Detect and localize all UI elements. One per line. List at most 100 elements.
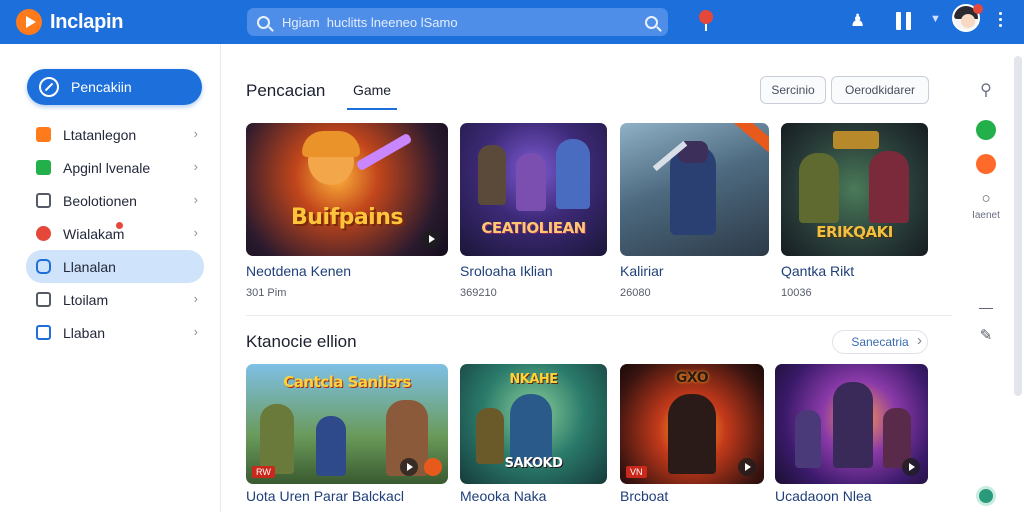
- game-card[interactable]: Buifpains Neotdena Kenen 301 Pim: [246, 123, 448, 299]
- avatar-badge: [973, 4, 983, 14]
- game-thumbnail[interactable]: Cantcla Sanilsrs RW: [246, 364, 448, 484]
- filter-button[interactable]: Sercinio: [760, 76, 826, 104]
- sidebar-item-apginl[interactable]: Apginl lvenale ›: [26, 151, 204, 184]
- chevron-right-icon: ›: [193, 192, 198, 207]
- art-title: CEATIOLIEAN: [481, 219, 586, 237]
- see-all-button[interactable]: Sanecatria: [832, 330, 928, 354]
- globe-icon[interactable]: ○: [960, 190, 1012, 207]
- main-content: Pencacian Game Sercinio Oerodkidarer Bui…: [222, 44, 960, 512]
- search-icon: [257, 15, 270, 29]
- chat-bubble-icon: [36, 193, 51, 208]
- game-thumbnail[interactable]: Buifpains: [246, 123, 448, 256]
- play-chip-icon[interactable]: [738, 458, 756, 476]
- chat-icon: [36, 259, 51, 274]
- sidebar-item-label: Llaban: [63, 324, 106, 341]
- game-thumbnail[interactable]: GXO VN: [620, 364, 764, 484]
- notification-dot: [116, 222, 123, 229]
- section-title: Ktanocie ellion: [246, 332, 357, 351]
- sidebar: Pencakiin Ltatanlegon › Apginl lvenale ›…: [0, 44, 221, 512]
- tab-game[interactable]: Game: [347, 82, 397, 110]
- scrollbar[interactable]: [1014, 56, 1022, 396]
- rail-label: Iaenet: [972, 210, 1000, 221]
- filter-button[interactable]: Oerodkidarer: [831, 76, 929, 104]
- sidebar-item-llaban[interactable]: Llaban ›: [26, 316, 204, 349]
- pen-icon: [39, 77, 59, 97]
- game-thumbnail[interactable]: [775, 364, 928, 484]
- play-chip-icon[interactable]: [902, 458, 920, 476]
- art-title: Cantcla Sanilsrs: [283, 373, 411, 391]
- game-card[interactable]: CEATIOLIEAN Sroloaha Iklian 369210: [460, 123, 607, 299]
- game-card[interactable]: ERIKQAKI Qantka Rikt 10036: [781, 123, 928, 299]
- game-name[interactable]: Neotdena Kenen: [246, 263, 351, 279]
- art-title: ERIKQAKI: [816, 223, 893, 241]
- chat-fab-icon[interactable]: [960, 486, 1012, 511]
- sidebar-item-label: Ltoilam: [63, 291, 109, 308]
- game-card[interactable]: Ucadaoon Nlea: [775, 364, 928, 504]
- chevron-right-icon[interactable]: ›: [917, 332, 922, 349]
- play-logo-icon: [16, 9, 42, 35]
- tag-badge: RW: [252, 466, 275, 478]
- play-chip-icon[interactable]: [400, 458, 418, 476]
- game-name[interactable]: Ucadaoon Nlea: [775, 488, 872, 504]
- game-card[interactable]: Cantcla Sanilsrs RW Uota Uren Parar Balc…: [246, 364, 448, 504]
- sidebar-item-ltatanlegon[interactable]: Ltatanlegon ›: [26, 118, 204, 151]
- game-meta: 26080: [620, 287, 651, 299]
- sidebar-item-label: Apginl lvenale: [63, 159, 151, 176]
- game-thumbnail[interactable]: ERIKQAKI: [781, 123, 928, 256]
- primary-action-label: Pencakiin: [71, 79, 132, 95]
- sidebar-item-ltoilam[interactable]: Ltoilam ›: [26, 283, 204, 316]
- game-name[interactable]: Kaliriar: [620, 263, 664, 279]
- orange-tag-icon: [36, 127, 51, 142]
- sidebar-item-label: Ltatanlegon: [63, 126, 137, 143]
- sidebar-item-label: Llanalan: [63, 258, 116, 275]
- game-thumbnail[interactable]: CEATIOLIEAN: [460, 123, 607, 256]
- search-bar[interactable]: [247, 8, 668, 36]
- game-thumbnail[interactable]: [620, 123, 769, 256]
- window-icon: [36, 325, 51, 340]
- art-title: Buifpains: [291, 205, 403, 230]
- sidebar-item-llanalan[interactable]: Llanalan: [26, 250, 204, 283]
- sidebar-item-beolotionen[interactable]: Beolotionen ›: [26, 184, 204, 217]
- game-name[interactable]: Uota Uren Parar Balckacl: [246, 488, 404, 504]
- share-icon[interactable]: [424, 458, 442, 476]
- app-title: Inclapin: [50, 10, 124, 33]
- game-name[interactable]: Meooka Naka: [460, 488, 546, 504]
- red-record-icon: [36, 226, 51, 241]
- play-chip-icon[interactable]: [422, 230, 440, 248]
- game-card[interactable]: Kaliriar 26080: [620, 123, 769, 299]
- game-name[interactable]: Sroloaha Iklian: [460, 263, 553, 279]
- green-x-icon: [36, 160, 51, 175]
- sidebar-item-wialakam[interactable]: Wialakam ›: [26, 217, 204, 250]
- chevron-right-icon: ›: [193, 159, 198, 174]
- chevron-down-icon[interactable]: ▼: [930, 13, 941, 25]
- app-logo[interactable]: Inclapin: [16, 9, 236, 35]
- search-icon[interactable]: ⚲: [960, 80, 1012, 100]
- art-subtitle: SAKOKD: [504, 456, 563, 471]
- chevron-right-icon: ›: [193, 225, 198, 240]
- search-submit-icon[interactable]: [645, 15, 658, 29]
- section-divider: [246, 315, 952, 316]
- pause-icon[interactable]: [896, 12, 912, 30]
- more-menu-icon[interactable]: [999, 12, 1003, 28]
- tag-badge: VN: [626, 466, 647, 478]
- game-name[interactable]: Brcboat: [620, 488, 668, 504]
- game-card[interactable]: NKAHE SAKOKD Meooka Naka: [460, 364, 607, 504]
- search-input[interactable]: [282, 14, 645, 30]
- art-title: NKAHE: [509, 372, 558, 387]
- game-name[interactable]: Qantka Rikt: [781, 263, 854, 279]
- game-thumbnail[interactable]: NKAHE SAKOKD: [460, 364, 607, 484]
- primary-action-button[interactable]: Pencakiin: [27, 69, 202, 105]
- orange-app-icon[interactable]: [960, 154, 1012, 179]
- chevron-right-icon: ›: [193, 126, 198, 141]
- chevron-right-icon: ›: [193, 291, 198, 306]
- chevron-right-icon: ›: [193, 324, 198, 339]
- notification-icon[interactable]: [697, 10, 715, 31]
- green-app-icon[interactable]: [960, 120, 1012, 145]
- clipboard-icon: [36, 292, 51, 307]
- user-icon[interactable]: ♟: [850, 11, 865, 31]
- edit-icon[interactable]: ✎: [960, 326, 1012, 344]
- minus-icon[interactable]: —: [960, 299, 1012, 315]
- game-card[interactable]: GXO VN Brcboat: [620, 364, 764, 504]
- section-title: Pencacian: [246, 81, 326, 100]
- right-rail: ⚲ ○ Iaenet — ✎: [960, 44, 1012, 512]
